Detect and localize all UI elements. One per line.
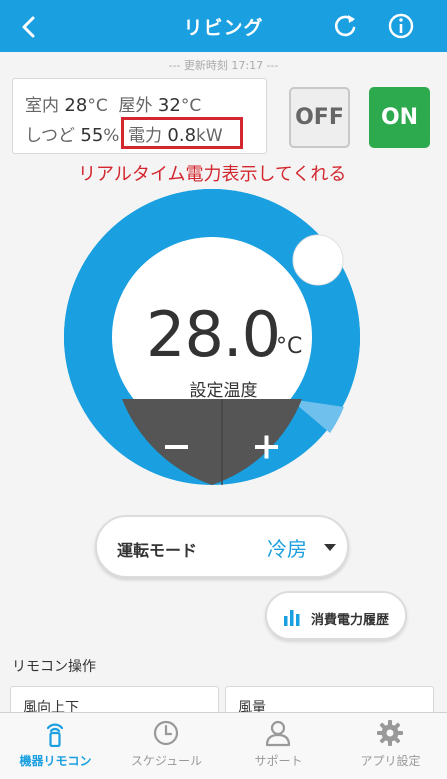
power-label: 電力 [128, 126, 162, 146]
gear-icon [377, 720, 403, 746]
humidity-label: しつど [25, 126, 75, 146]
outdoor-value: 32 [157, 95, 181, 116]
temperature-unit: °C [276, 334, 303, 359]
status-panel: 室内 28°C 屋外 32°C しつど 55% 電力 0.8kW [12, 78, 267, 154]
update-time: --- 更新時刻 17:17 --- [168, 59, 279, 72]
off-button[interactable]: OFF [289, 87, 350, 148]
tab-label: アプリ設定 [360, 754, 421, 768]
set-temperature-value: 28.0 [146, 298, 281, 371]
tab-schedule[interactable]: スケジュール [111, 713, 222, 779]
outdoor-unit: °C [180, 96, 202, 116]
info-icon[interactable] [386, 11, 416, 41]
tab-label: 機器リモコン [19, 754, 92, 768]
minus-icon [165, 445, 188, 449]
humidity-unit: % [103, 126, 120, 146]
decrease-temperature-button[interactable] [132, 400, 222, 480]
bar-chart-icon [284, 610, 300, 626]
operation-mode-select[interactable]: 運転モード 冷房 [95, 515, 349, 578]
set-temperature-label: 設定温度 [189, 381, 258, 401]
tab-support[interactable]: サポート [223, 713, 334, 779]
dial-knob[interactable] [292, 234, 344, 286]
power-unit: kW [196, 126, 223, 146]
clock-icon [153, 720, 179, 746]
power-history-label: 消費電力履歴 [311, 613, 390, 628]
tab-label: スケジュール [130, 754, 203, 768]
outdoor-label: 屋外 [118, 96, 153, 116]
caret-down-icon [324, 544, 336, 551]
plus-icon [255, 435, 278, 459]
person-icon [265, 720, 291, 747]
remote-icon [46, 723, 64, 747]
power-reading: 電力 0.8kW [128, 121, 223, 146]
app-header: リビング [0, 0, 447, 52]
indoor-value: 28 [64, 95, 88, 116]
power-history-button[interactable]: 消費電力履歴 [265, 591, 407, 640]
tab-device-remote[interactable]: 機器リモコン [0, 713, 111, 779]
refresh-icon[interactable] [330, 11, 360, 41]
on-button[interactable]: ON [369, 87, 430, 148]
power-value: 0.8 [167, 125, 197, 146]
increase-temperature-button[interactable] [222, 400, 312, 480]
annotation-text: リアルタイム電力表示してくれる [78, 164, 347, 185]
mode-value: 冷房 [267, 537, 307, 561]
indoor-label: 室内 [25, 96, 59, 116]
humidity-value: 55 [80, 125, 104, 146]
remote-section-title: リモコン操作 [12, 659, 96, 675]
indoor-unit: °C [87, 96, 108, 116]
tab-label: サポート [254, 754, 303, 768]
mode-label: 運転モード [117, 541, 198, 560]
page-title: リビング [183, 17, 264, 39]
bottom-tab-bar: 機器リモコン スケジュール サポート アプリ設定 [0, 712, 447, 779]
temperature-readings: 室内 28°C 屋外 32°C [25, 91, 201, 116]
tab-app-settings[interactable]: アプリ設定 [335, 713, 446, 779]
humidity-reading: しつど 55% [25, 121, 119, 146]
